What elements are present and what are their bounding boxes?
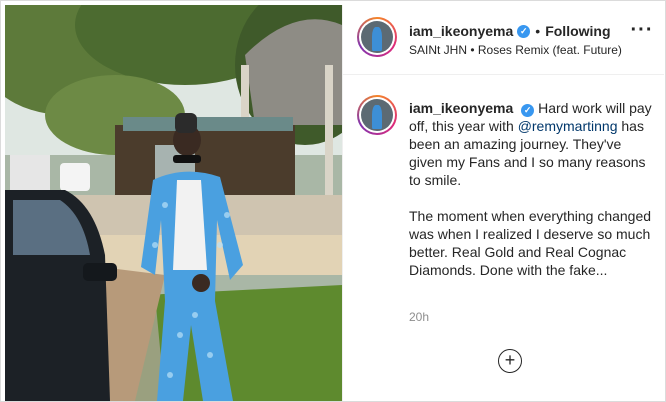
post-photo — [5, 5, 342, 401]
separator-dot: • — [535, 23, 541, 39]
mention-link[interactable]: @remymartinng — [518, 118, 618, 134]
caption-username[interactable]: iam_ikeonyema — [409, 100, 513, 116]
following-button[interactable]: Following — [545, 23, 610, 39]
add-circle-icon[interactable]: + — [498, 349, 522, 373]
more-options-icon[interactable]: ··· — [630, 20, 654, 43]
post-media[interactable] — [5, 5, 342, 401]
author-avatar[interactable] — [357, 17, 397, 57]
header-line: iam_ikeonyema ✓ • Following — [409, 23, 611, 39]
audio-link[interactable]: SAINt JHN • Roses Remix (feat. Future) — [409, 43, 622, 57]
caption-text: iam_ikeonyema ✓ Hard work will pay off, … — [409, 99, 653, 279]
post-header: iam_ikeonyema ✓ • Following SAINt JHN • … — [343, 5, 664, 75]
verified-badge-icon: ✓ — [517, 24, 531, 38]
post-modal: iam_ikeonyema ✓ • Following SAINt JHN • … — [0, 0, 666, 402]
caption-avatar[interactable] — [357, 95, 397, 135]
post-timestamp[interactable]: 20h — [409, 310, 429, 324]
caption-verified-badge-icon: ✓ — [521, 104, 535, 117]
caption-paragraph-2: The moment when everything changed was w… — [409, 208, 652, 278]
post-side-panel: iam_ikeonyema ✓ • Following SAINt JHN • … — [342, 5, 664, 401]
author-username[interactable]: iam_ikeonyema — [409, 23, 513, 39]
